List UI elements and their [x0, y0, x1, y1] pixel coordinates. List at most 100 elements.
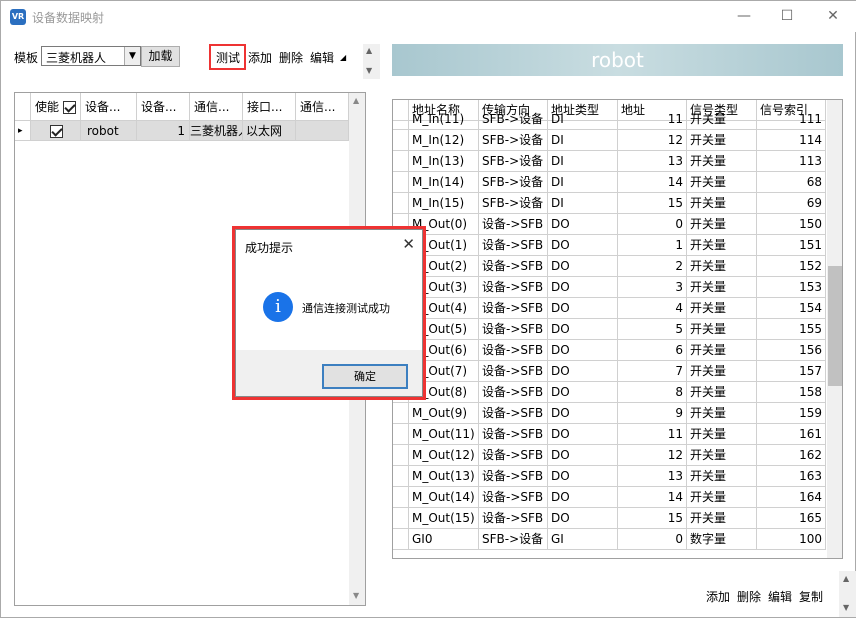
row-header[interactable]	[393, 445, 409, 466]
delete-row-button[interactable]: 删除	[737, 588, 761, 605]
interface-cell[interactable]: 以太网	[243, 121, 296, 141]
address-cell[interactable]: 13	[618, 151, 687, 172]
close-button[interactable]: ✕	[819, 5, 847, 27]
scroll-down-icon[interactable]: ▼	[366, 66, 372, 75]
mapping-grid-scrollbar[interactable]	[827, 100, 842, 558]
signal-index-cell[interactable]: 153	[757, 277, 826, 298]
direction-cell[interactable]: 设备->SFB	[479, 466, 548, 487]
address-type-cell[interactable]: DI	[548, 109, 618, 130]
scroll-down-icon[interactable]: ▼	[353, 591, 359, 600]
direction-cell[interactable]: 设备->SFB	[479, 298, 548, 319]
maximize-button[interactable]: ☐	[773, 5, 801, 27]
table-row[interactable]: M_Out(11) 设备->SFB DO 11 开关量 161	[393, 424, 842, 445]
edit-button[interactable]: 编辑	[310, 49, 334, 66]
table-row[interactable]: GI0 SFB->设备 GI 0 数字量 100	[393, 529, 842, 550]
chevron-down-icon[interactable]: ▼	[124, 47, 140, 65]
signal-type-cell[interactable]: 开关量	[687, 214, 757, 235]
add-row-button[interactable]: 添加	[706, 588, 730, 605]
row-header[interactable]	[393, 424, 409, 445]
table-row[interactable]: M_In(13) SFB->设备 DI 13 开关量 113	[393, 151, 842, 172]
load-button[interactable]: 加载	[141, 46, 180, 67]
address-name-cell[interactable]: M_In(15)	[409, 193, 479, 214]
toolbar-scrollbar[interactable]: ▲ ▼	[363, 44, 380, 79]
signal-index-cell[interactable]: 161	[757, 424, 826, 445]
address-cell[interactable]: 9	[618, 403, 687, 424]
signal-index-cell[interactable]: 159	[757, 403, 826, 424]
signal-index-cell[interactable]: 156	[757, 340, 826, 361]
address-type-cell[interactable]: DI	[548, 151, 618, 172]
table-row[interactable]: M_Out(6) 设备->SFB DO 6 开关量 156	[393, 340, 842, 361]
device-name-cell[interactable]: robot	[81, 121, 137, 141]
direction-cell[interactable]: 设备->SFB	[479, 319, 548, 340]
table-row[interactable]: M_Out(9) 设备->SFB DO 9 开关量 159	[393, 403, 842, 424]
direction-cell[interactable]: 设备->SFB	[479, 382, 548, 403]
signal-index-cell[interactable]: 68	[757, 172, 826, 193]
table-row[interactable]: M_In(12) SFB->设备 DI 12 开关量 114	[393, 130, 842, 151]
copy-row-button[interactable]: 复制	[799, 588, 823, 605]
signal-type-cell[interactable]: 开关量	[687, 109, 757, 130]
address-name-cell[interactable]: M_Out(13)	[409, 466, 479, 487]
signal-index-cell[interactable]: 155	[757, 319, 826, 340]
scroll-up-icon[interactable]: ▲	[843, 574, 849, 583]
direction-cell[interactable]: 设备->SFB	[479, 445, 548, 466]
scroll-thumb[interactable]	[828, 266, 842, 386]
enable-all-checkbox[interactable]	[62, 101, 76, 114]
comm-cell[interactable]: 三菱机器人	[190, 121, 243, 141]
address-type-cell[interactable]: DO	[548, 445, 618, 466]
address-name-cell[interactable]: M_In(12)	[409, 130, 479, 151]
signal-index-cell[interactable]: 100	[757, 529, 826, 550]
address-name-cell[interactable]: M_Out(14)	[409, 487, 479, 508]
address-type-cell[interactable]: DO	[548, 424, 618, 445]
signal-type-cell[interactable]: 开关量	[687, 508, 757, 529]
address-type-cell[interactable]: DO	[548, 382, 618, 403]
scroll-up-icon[interactable]: ▲	[366, 46, 372, 55]
row-header[interactable]	[393, 466, 409, 487]
address-cell[interactable]: 0	[618, 529, 687, 550]
address-cell[interactable]: 11	[618, 109, 687, 130]
signal-type-cell[interactable]: 开关量	[687, 172, 757, 193]
direction-cell[interactable]: 设备->SFB	[479, 256, 548, 277]
signal-type-cell[interactable]: 开关量	[687, 130, 757, 151]
col-device-num-header[interactable]: 设备...	[137, 93, 190, 121]
row-header[interactable]	[393, 487, 409, 508]
address-cell[interactable]: 15	[618, 508, 687, 529]
table-row[interactable]: M_In(11) SFB->设备 DI 11 开关量 111	[393, 109, 842, 130]
template-select[interactable]: 三菱机器人 ▼	[41, 46, 141, 66]
address-type-cell[interactable]: DO	[548, 487, 618, 508]
row-header[interactable]	[393, 151, 409, 172]
signal-index-cell[interactable]: 162	[757, 445, 826, 466]
direction-cell[interactable]: 设备->SFB	[479, 340, 548, 361]
address-cell[interactable]: 0	[618, 214, 687, 235]
signal-type-cell[interactable]: 开关量	[687, 319, 757, 340]
address-type-cell[interactable]: DO	[548, 298, 618, 319]
signal-type-cell[interactable]: 开关量	[687, 151, 757, 172]
edit-row-button[interactable]: 编辑	[768, 588, 792, 605]
address-type-cell[interactable]: DO	[548, 403, 618, 424]
address-cell[interactable]: 5	[618, 319, 687, 340]
address-name-cell[interactable]: M_In(14)	[409, 172, 479, 193]
table-row[interactable]: M_Out(13) 设备->SFB DO 13 开关量 163	[393, 466, 842, 487]
address-type-cell[interactable]: DO	[548, 214, 618, 235]
address-cell[interactable]: 11	[618, 424, 687, 445]
col-comm-header[interactable]: 通信...	[190, 93, 243, 121]
table-row[interactable]: M_Out(5) 设备->SFB DO 5 开关量 155	[393, 319, 842, 340]
col-comm2-header[interactable]: 通信...	[296, 93, 349, 121]
expand-icon[interactable]: ◢	[340, 53, 346, 62]
table-row[interactable]: M_Out(0) 设备->SFB DO 0 开关量 150	[393, 214, 842, 235]
direction-cell[interactable]: 设备->SFB	[479, 424, 548, 445]
address-name-cell[interactable]: M_Out(9)	[409, 403, 479, 424]
row-header[interactable]	[393, 529, 409, 550]
table-row[interactable]: M_Out(12) 设备->SFB DO 12 开关量 162	[393, 445, 842, 466]
table-row[interactable]: M_Out(8) 设备->SFB DO 8 开关量 158	[393, 382, 842, 403]
address-type-cell[interactable]: DI	[548, 193, 618, 214]
signal-type-cell[interactable]: 开关量	[687, 424, 757, 445]
table-row[interactable]: M_Out(2) 设备->SFB DO 2 开关量 152	[393, 256, 842, 277]
table-row[interactable]: M_Out(1) 设备->SFB DO 1 开关量 151	[393, 235, 842, 256]
direction-cell[interactable]: 设备->SFB	[479, 214, 548, 235]
row-header[interactable]	[393, 109, 409, 130]
enable-checkbox-cell[interactable]	[31, 121, 81, 141]
address-cell[interactable]: 14	[618, 172, 687, 193]
address-type-cell[interactable]: DI	[548, 130, 618, 151]
signal-type-cell[interactable]: 开关量	[687, 256, 757, 277]
add-button[interactable]: 添加	[248, 49, 272, 66]
